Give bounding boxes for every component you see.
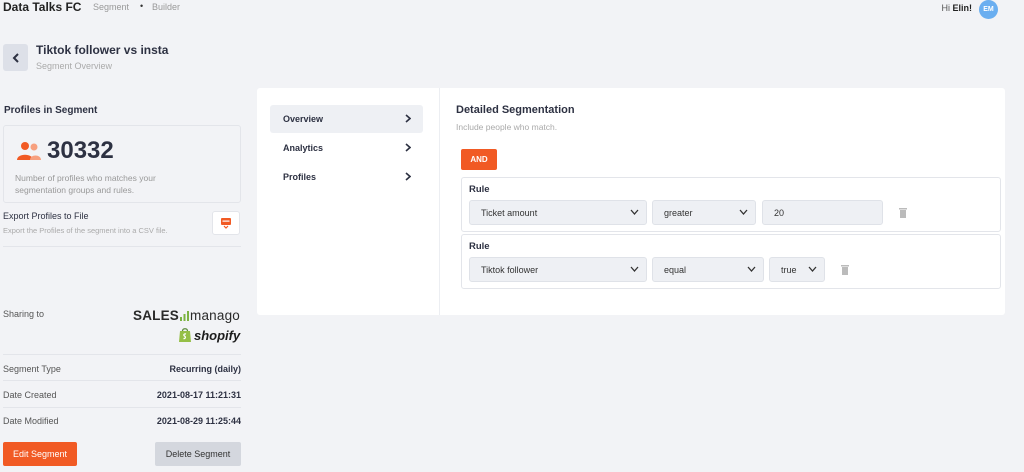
nav-overview[interactable]: Overview [270, 105, 423, 133]
segmentation-subtitle: Include people who match. [456, 122, 558, 132]
date-created-label: Date Created [3, 390, 57, 400]
greeting-prefix: Hi [941, 3, 953, 13]
breadcrumb-separator: • [140, 1, 144, 11]
value-select[interactable]: true [769, 257, 825, 282]
field-select[interactable]: Ticket amount [469, 200, 647, 225]
shopify-logo: shopify [178, 327, 240, 343]
nav-profiles[interactable]: Profiles [270, 163, 423, 191]
delete-segment-button[interactable]: Delete Segment [155, 442, 241, 466]
comparator-select-value: greater [664, 207, 693, 218]
salesmanago-bars-icon [180, 311, 190, 321]
segmentation-title: Detailed Segmentation [456, 104, 575, 116]
csv-file-icon [221, 218, 231, 229]
edit-segment-button[interactable]: Edit Segment [3, 442, 77, 466]
shopify-bag-icon [179, 328, 191, 342]
rule-card: Rule Tiktok follower equal true [461, 234, 1001, 289]
value-input[interactable]: 20 [762, 200, 883, 225]
comparator-select-value: equal [664, 264, 687, 275]
trash-icon[interactable] [840, 264, 850, 275]
divider [3, 354, 241, 355]
avatar[interactable]: EM [979, 0, 998, 19]
profile-count: 30332 [47, 137, 114, 164]
nav-label: Overview [283, 114, 324, 124]
profile-count-description: Number of profiles who matches your segm… [15, 173, 156, 195]
value-select-value: true [781, 264, 797, 275]
and-operator-button[interactable]: AND [461, 149, 497, 170]
user-name: Elin! [952, 3, 973, 13]
divider [3, 246, 241, 247]
back-button[interactable] [3, 44, 28, 71]
chevron-down-icon [747, 266, 756, 272]
export-csv-button[interactable] [212, 211, 240, 235]
panel-divider [439, 88, 440, 315]
salesmanago-logo-manago: manago [190, 308, 241, 323]
chevron-left-icon [12, 52, 19, 63]
trash-icon[interactable] [898, 207, 908, 218]
comparator-select[interactable]: greater [652, 200, 756, 225]
chevron-right-icon [405, 143, 411, 152]
date-modified-label: Date Modified [3, 416, 59, 426]
comparator-select[interactable]: equal [652, 257, 764, 282]
sharing-label: Sharing to [3, 309, 45, 319]
profile-count-card: 30332 Number of profiles who matches you… [3, 125, 241, 203]
field-select-value: Ticket amount [481, 207, 538, 218]
page-subtitle: Segment Overview [36, 61, 113, 71]
divider [3, 407, 241, 408]
date-modified-value: 2021-08-29 11:25:44 [156, 416, 241, 426]
chevron-down-icon [630, 266, 639, 272]
page-title: Tiktok follower vs insta [36, 43, 169, 57]
divider [3, 380, 241, 381]
field-select[interactable]: Tiktok follower [469, 257, 647, 282]
export-description: Export the Profiles of the segment into … [3, 226, 168, 235]
rule-card: Rule Ticket amount greater 20 [461, 177, 1001, 232]
field-select-value: Tiktok follower [481, 264, 539, 275]
chevron-down-icon [739, 209, 748, 215]
top-bar: Data Talks FC Segment • Builder Hi Elin!… [0, 0, 1024, 19]
rule-label: Rule [469, 184, 490, 195]
salesmanago-logo-sales: SALES [133, 308, 180, 323]
nav-analytics[interactable]: Analytics [270, 134, 423, 162]
nav-label: Profiles [283, 172, 317, 182]
chevron-right-icon [405, 172, 411, 181]
value-input-text: 20 [774, 207, 785, 218]
shopify-logo-text: shopify [194, 327, 241, 343]
user-greeting: Hi Elin! [942, 3, 973, 13]
segment-panel: Overview Analytics Profiles Detailed Seg… [257, 88, 1005, 315]
users-icon [17, 142, 41, 160]
segment-type-label: Segment Type [3, 364, 61, 374]
salesmanago-logo: SALES manago [133, 308, 240, 323]
profiles-section-title: Profiles in Segment [4, 105, 98, 116]
segment-type-value: Recurring (daily) [169, 364, 241, 374]
nav-label: Analytics [283, 143, 324, 153]
date-created-value: 2021-08-17 11:21:31 [156, 390, 241, 400]
export-label: Export Profiles to File [3, 211, 89, 221]
chevron-down-icon [808, 266, 817, 272]
brand-name[interactable]: Data Talks FC [3, 0, 81, 14]
rule-label: Rule [469, 241, 490, 252]
breadcrumb-builder[interactable]: Builder [152, 2, 180, 12]
chevron-down-icon [630, 209, 639, 215]
chevron-right-icon [405, 114, 411, 123]
breadcrumb-segment[interactable]: Segment [93, 2, 129, 12]
